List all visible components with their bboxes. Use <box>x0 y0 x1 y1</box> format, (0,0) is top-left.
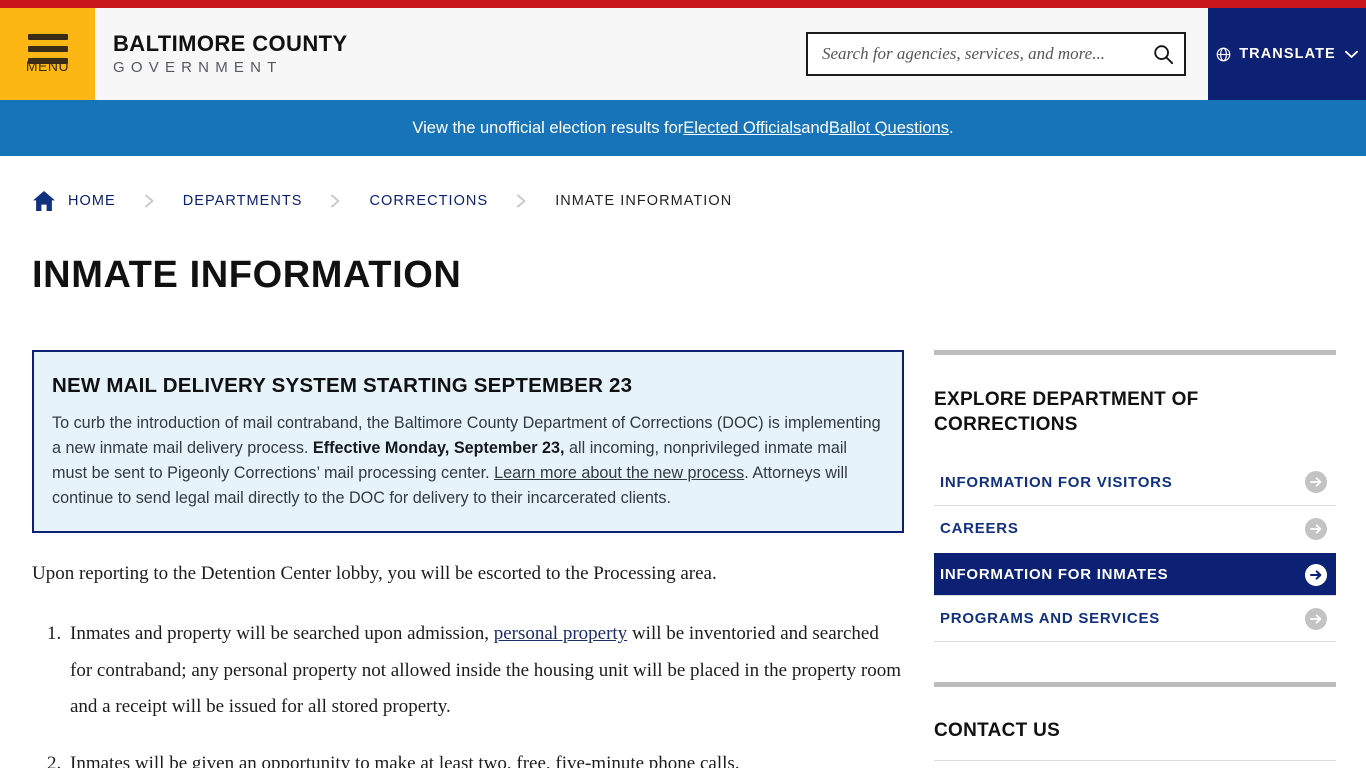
sidebar-divider-contact <box>934 682 1336 688</box>
arrow-right-circle-icon <box>1305 471 1327 494</box>
list-item: Inmates will be given an opportunity to … <box>66 746 904 768</box>
ballot-questions-link[interactable]: Ballot Questions <box>829 119 949 138</box>
search-icon[interactable] <box>1152 43 1174 65</box>
translate-button-label: TRANSLATE <box>1239 46 1336 62</box>
content-area: NEW MAIL DELIVERY SYSTEM STARTING SEPTEM… <box>0 350 1366 768</box>
arrow-right-circle-icon <box>1305 607 1327 630</box>
search-input[interactable] <box>822 44 1152 64</box>
alert-text-between: and <box>801 118 829 137</box>
sidebar: EXPLORE DEPARTMENT OF CORRECTIONS INFORM… <box>934 350 1336 768</box>
translate-button[interactable]: TRANSLATE <box>1208 8 1366 100</box>
alert-text-before: View the unofficial election results for <box>412 118 684 137</box>
header-actions: TRANSLATE <box>806 8 1366 100</box>
contact-divider <box>934 760 1336 762</box>
chevron-down-icon <box>1344 50 1358 58</box>
sidebar-item-information-for-inmates[interactable]: INFORMATION FOR INMATES <box>934 553 1336 596</box>
list-item: Inmates and property will be searched up… <box>66 616 904 725</box>
breadcrumb: HOME DEPARTMENTS CORRECTIONS INMATE INFO… <box>0 156 1366 246</box>
sidebar-item-label: CAREERS <box>940 520 1019 538</box>
list-item-text-before: Inmates and property will be searched up… <box>70 623 494 645</box>
search-box[interactable] <box>806 32 1186 76</box>
breadcrumb-item-corrections[interactable]: CORRECTIONS <box>369 193 488 209</box>
personal-property-link[interactable]: personal property <box>494 623 627 644</box>
chevron-right-icon <box>331 194 340 208</box>
arrow-right-circle-icon <box>1305 517 1327 540</box>
breadcrumb-item-departments[interactable]: DEPARTMENTS <box>183 193 303 209</box>
sidebar-item-label: INFORMATION FOR INMATES <box>940 566 1169 584</box>
explore-heading: EXPLORE DEPARTMENT OF CORRECTIONS <box>934 389 1199 435</box>
admission-steps-list: Inmates and property will be searched up… <box>32 616 904 768</box>
sidebar-item-label: PROGRAMS AND SERVICES <box>940 610 1160 628</box>
contact-heading: CONTACT US <box>934 720 1061 742</box>
notice-effective-date: Effective Monday, September 23, <box>312 439 565 458</box>
list-item-text-before: Inmates will be given an opportunity to … <box>70 752 740 768</box>
learn-more-link[interactable]: Learn more about the new process <box>494 464 744 482</box>
sidebar-item-programs-and-services[interactable]: PROGRAMS AND SERVICES <box>934 595 1336 641</box>
notice-body: To curb the introduction of mail contrab… <box>52 411 884 511</box>
menu-button[interactable]: MENU <box>0 8 95 100</box>
body-content: Upon reporting to the Detention Center l… <box>32 559 904 768</box>
globe-icon <box>1216 47 1231 61</box>
lead-paragraph: Upon reporting to the Detention Center l… <box>32 563 717 585</box>
sidebar-divider-top <box>934 350 1336 355</box>
mail-delivery-notice: NEW MAIL DELIVERY SYSTEM STARTING SEPTEM… <box>32 350 904 534</box>
chevron-right-icon <box>144 194 154 208</box>
top-accent-bar <box>0 0 1366 8</box>
site-header: MENU BALTIMORE COUNTY GOVERNMENT TRANSLA… <box>0 8 1366 100</box>
page-title: INMATE INFORMATION <box>32 254 462 296</box>
main-column: NEW MAIL DELIVERY SYSTEM STARTING SEPTEM… <box>32 350 904 768</box>
breadcrumb-item-home[interactable]: HOME <box>68 193 116 209</box>
home-icon[interactable] <box>32 190 56 212</box>
sidebar-item-label: INFORMATION FOR VISITORS <box>940 473 1173 491</box>
sidebar-item-information-for-visitors[interactable]: INFORMATION FOR VISITORS <box>934 459 1336 505</box>
site-brand[interactable]: BALTIMORE COUNTY GOVERNMENT <box>95 8 348 100</box>
elected-officials-link[interactable]: Elected Officials <box>683 119 801 138</box>
contact-section: CONTACT US <box>934 682 1336 762</box>
explore-nav: INFORMATION FOR VISITORS CAREERS INFORMA… <box>934 459 1336 643</box>
chevron-right-icon <box>517 194 526 208</box>
sidebar-item-careers[interactable]: CAREERS <box>934 505 1336 551</box>
menu-button-label: MENU <box>25 58 70 74</box>
brand-secondary: GOVERNMENT <box>113 59 283 77</box>
breadcrumb-item-current: INMATE INFORMATION <box>555 193 733 209</box>
brand-primary: BALTIMORE COUNTY <box>113 30 348 56</box>
notice-title: NEW MAIL DELIVERY SYSTEM STARTING SEPTEM… <box>52 374 633 397</box>
election-alert-banner: View the unofficial election results for… <box>0 100 1366 156</box>
alert-text-after: . <box>948 118 954 137</box>
arrow-right-circle-icon <box>1305 563 1327 586</box>
